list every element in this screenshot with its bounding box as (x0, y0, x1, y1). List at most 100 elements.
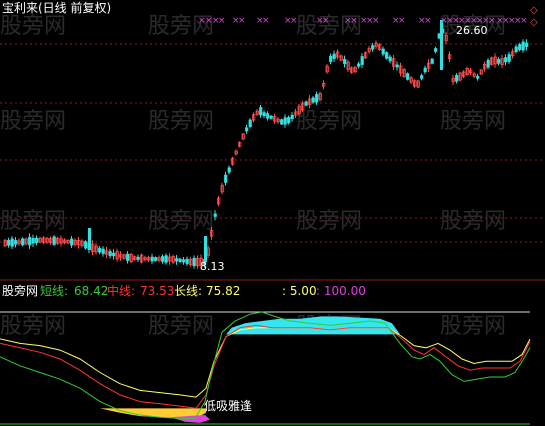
candle-body (514, 46, 518, 52)
candle-body (227, 167, 231, 173)
signal-marker: × (262, 16, 270, 26)
candle-body (10, 238, 14, 247)
high-zone-fill (226, 316, 400, 335)
candle-body (395, 64, 399, 68)
candle-body (185, 258, 189, 264)
candle-body (332, 53, 336, 59)
candle-body (504, 57, 508, 63)
signal-marker: × (424, 16, 432, 26)
candle-body (476, 75, 480, 79)
indicator-name: 股旁网 (2, 284, 39, 298)
candle-body (357, 63, 361, 67)
high-price-label: 26.60 (456, 24, 488, 37)
candle-body (381, 48, 385, 55)
candle-body (150, 256, 154, 262)
candle-body (52, 236, 56, 245)
level-a-value: : 5.00 (282, 284, 317, 298)
candle-body (84, 241, 88, 249)
candle-body (525, 42, 529, 47)
candle-body (290, 114, 294, 120)
candle-body (259, 107, 263, 116)
candle-body (213, 213, 217, 217)
signal-marker: × (350, 16, 358, 26)
candle-body (164, 255, 168, 263)
candle-body (101, 248, 105, 254)
candle-body (423, 67, 427, 73)
candle-body (371, 45, 375, 50)
candle-body (7, 240, 11, 246)
candle-body (304, 101, 308, 106)
mid-label: 中线: (107, 284, 136, 298)
candle-body (88, 228, 91, 250)
candle-body (420, 75, 424, 79)
candle-body (497, 59, 501, 64)
candle-body (136, 256, 140, 260)
candle-body (192, 257, 196, 267)
candle-body (455, 75, 459, 82)
candle-body (161, 256, 165, 262)
candle-body (178, 258, 182, 262)
candle-body (14, 240, 18, 245)
signal-marker: × (238, 16, 246, 26)
candle-body (360, 56, 364, 65)
signal-marker: × (290, 16, 298, 26)
candle-body (343, 58, 347, 65)
signal-marker: × (488, 16, 496, 26)
candle-body (154, 257, 158, 261)
candle-body (248, 119, 252, 127)
mid-value: 73.53 (140, 284, 175, 298)
signal-marker: × (398, 16, 406, 26)
signal-text: 低吸雅逢 (204, 399, 253, 413)
candlestick-series (3, 20, 529, 270)
candle-body (329, 55, 333, 62)
candle-body (283, 117, 287, 125)
candle-body (434, 48, 438, 52)
low-price-label: 8.13 (200, 260, 225, 273)
candle-body (266, 113, 270, 119)
diamond-icon: ◇ (530, 17, 538, 28)
short-label: 短线: (40, 284, 69, 298)
candle-body (21, 238, 25, 246)
candle-body (388, 56, 392, 62)
candle-body (98, 247, 102, 253)
long-value: 75.82 (206, 284, 241, 298)
candle-body (406, 73, 410, 80)
signal-marker: × (218, 16, 226, 26)
chart-title: 宝利来(日线 前复权) (2, 1, 112, 15)
candle-body (126, 253, 130, 261)
signal-marker: × (520, 16, 528, 26)
signal-marker: × (372, 16, 380, 26)
candle-body (269, 115, 273, 119)
candle-body (430, 58, 434, 64)
chart-canvas[interactable]: × × ×× ×× ×× ×× ×× ×× ××× ×× ×× ××××××××× ××××× (0, 0, 545, 426)
candle-body (440, 20, 443, 70)
candle-body (70, 238, 74, 246)
candle-body (280, 119, 284, 125)
candle-body (315, 94, 319, 103)
mid-line (0, 324, 531, 409)
candle-body (518, 44, 522, 51)
short-value: 68.42 (74, 284, 109, 298)
candle-body (204, 236, 207, 262)
candle-body (224, 174, 228, 183)
candle-body (311, 97, 315, 103)
long-line (0, 327, 531, 398)
candle-body (262, 112, 266, 117)
signal-marker: × (322, 16, 330, 26)
candle-body (245, 127, 249, 132)
candle-body (112, 252, 116, 257)
candle-body (486, 59, 490, 68)
candle-body (108, 251, 112, 257)
candle-body (175, 258, 179, 262)
candle-body (31, 238, 35, 244)
candle-body (35, 237, 39, 244)
candle-body (521, 41, 525, 51)
stock-chart-window: 股旁网 股旁网 股旁网 股旁网 股旁网 股旁网 股旁网 股旁网 股旁网 股旁网 … (0, 0, 545, 426)
candle-body (385, 52, 389, 59)
candle-body (28, 236, 32, 246)
candle-body (507, 54, 511, 62)
level-b-value: : 100.00 (316, 284, 366, 298)
candle-body (182, 259, 186, 263)
long-label: 长线: (174, 284, 203, 298)
candle-body (287, 117, 291, 124)
